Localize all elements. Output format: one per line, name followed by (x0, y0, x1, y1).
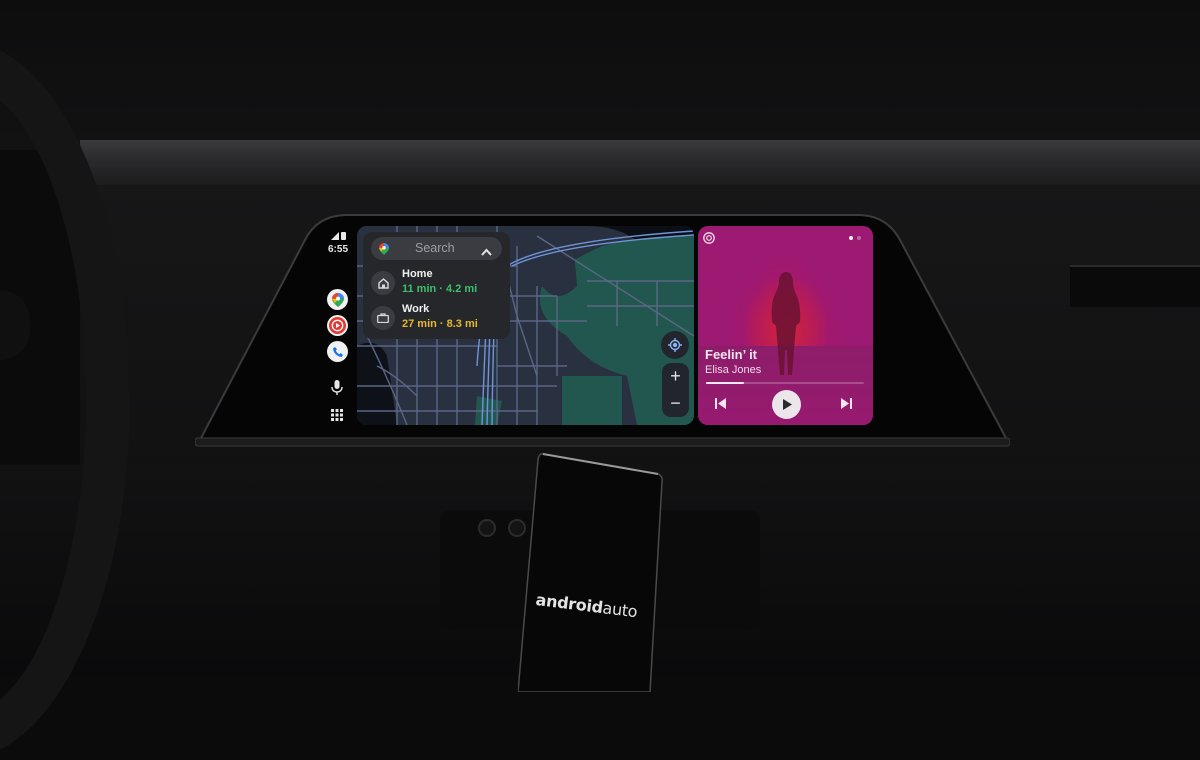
destination-label: Home (402, 268, 433, 280)
zoom-in-button[interactable]: + (662, 363, 689, 390)
cell-signal-icon (330, 232, 339, 240)
console-knob (478, 519, 496, 537)
skip-previous-icon (715, 398, 726, 409)
google-maps-icon (379, 242, 389, 260)
clock: 6:55 (327, 244, 348, 255)
destination-label: Work (402, 303, 430, 315)
app-phone[interactable] (327, 341, 348, 362)
voice-assistant-button[interactable] (331, 380, 343, 400)
zoom-controls: + − (662, 363, 689, 417)
google-maps-icon (331, 292, 344, 307)
playback-progress-fill (706, 382, 744, 384)
air-vent-right (1070, 265, 1200, 307)
artist-name: Elisa Jones (705, 364, 762, 376)
next-track-button[interactable] (841, 398, 852, 409)
media-card[interactable]: Feelin’ it Elisa Jones (698, 226, 873, 425)
previous-track-button[interactable] (715, 398, 726, 409)
smartphone (517, 452, 663, 693)
windshield-area (0, 0, 1200, 150)
brand-light: auto (601, 598, 639, 622)
app-google-maps[interactable] (327, 289, 348, 310)
destination-eta: 27 min · 8.3 mi (402, 318, 478, 330)
destination-work[interactable]: Work 27 min · 8.3 mi (369, 301, 509, 333)
page-indicator (849, 236, 861, 240)
page-dot (857, 236, 861, 240)
zoom-out-button[interactable]: − (662, 390, 689, 417)
my-location-icon (668, 338, 682, 352)
battery-icon (340, 232, 346, 240)
app-grid-icon (331, 409, 343, 421)
recenter-button[interactable] (661, 331, 689, 359)
app-youtube-music[interactable] (327, 315, 348, 336)
dashboard-top (80, 140, 1200, 190)
play-icon (782, 399, 792, 410)
briefcase-icon (371, 306, 395, 330)
status-bar: 6:55 (322, 232, 354, 255)
playback-progress[interactable] (706, 382, 864, 384)
search-bar[interactable]: Search (371, 237, 502, 260)
media-source-icon[interactable] (703, 231, 715, 249)
youtube-music-icon (329, 317, 346, 334)
page-dot-active (849, 236, 853, 240)
navigation-card: Search Home 11 min · 4.2 mi Work 27 min … (363, 232, 510, 339)
phone-icon (332, 346, 343, 357)
microphone-icon (331, 380, 343, 395)
skip-next-icon (841, 398, 852, 409)
app-rail: 6:55 (322, 228, 354, 428)
search-placeholder: Search (415, 241, 455, 255)
album-art-silhouette (771, 272, 801, 375)
destination-eta: 11 min · 4.2 mi (402, 283, 478, 295)
song-title: Feelin’ it (705, 347, 758, 362)
destination-home[interactable]: Home 11 min · 4.2 mi (369, 266, 509, 298)
app-launcher-button[interactable] (331, 408, 343, 426)
play-button[interactable] (772, 390, 801, 419)
chevron-up-icon[interactable] (481, 243, 492, 261)
home-icon (371, 271, 395, 295)
